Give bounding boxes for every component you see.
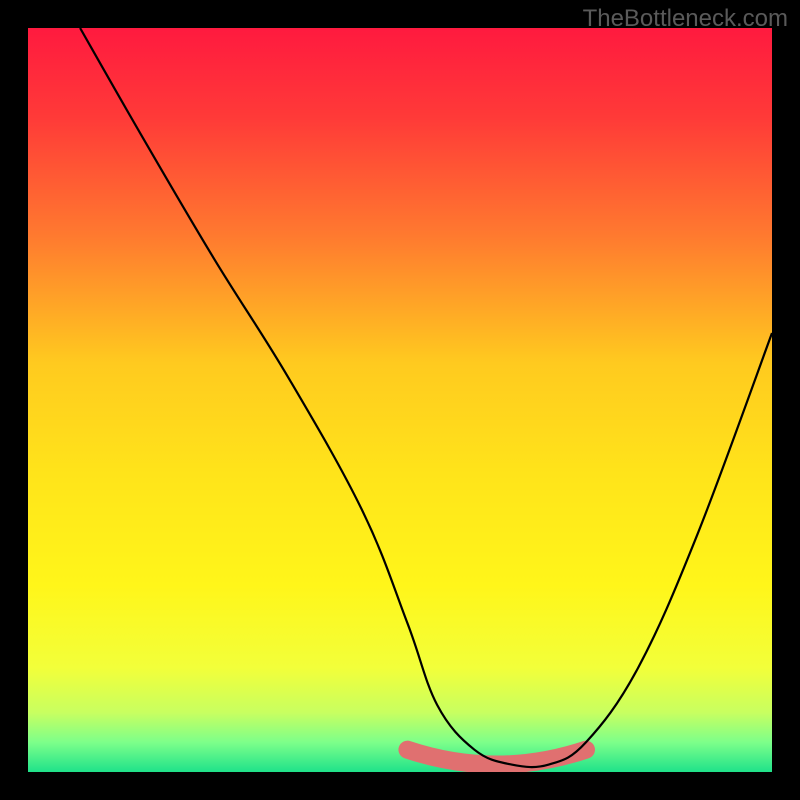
watermark-text: TheBottleneck.com — [583, 5, 788, 33]
chart-background — [28, 28, 772, 772]
chart-svg — [28, 28, 772, 772]
chart-plot-area — [28, 28, 772, 772]
chart-frame: TheBottleneck.com — [0, 0, 800, 800]
